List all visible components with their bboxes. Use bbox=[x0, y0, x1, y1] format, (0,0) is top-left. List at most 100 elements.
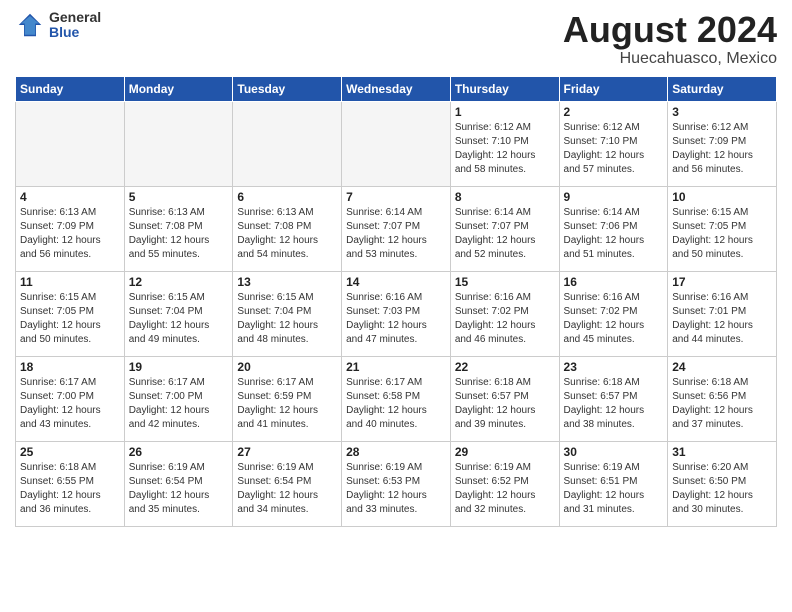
calendar-cell: 12Sunrise: 6:15 AM Sunset: 7:04 PM Dayli… bbox=[124, 271, 233, 356]
day-number: 6 bbox=[237, 190, 337, 204]
calendar-cell: 5Sunrise: 6:13 AM Sunset: 7:08 PM Daylig… bbox=[124, 186, 233, 271]
calendar-table: SundayMondayTuesdayWednesdayThursdayFrid… bbox=[15, 76, 777, 527]
day-number: 25 bbox=[20, 445, 120, 459]
day-info: Sunrise: 6:19 AM Sunset: 6:54 PM Dayligh… bbox=[129, 461, 229, 517]
day-number: 2 bbox=[564, 105, 664, 119]
day-info: Sunrise: 6:15 AM Sunset: 7:05 PM Dayligh… bbox=[20, 291, 120, 347]
week-row-3: 11 Sunrise: 6:15 AM Sunset: 7:05 PM Dayli… bbox=[16, 271, 777, 356]
day-number: 12 bbox=[129, 275, 229, 289]
calendar-cell: 14 Sunrise: 6:16 AM Sunset: 7:03 PM Dayli… bbox=[342, 271, 451, 356]
day-number: 23 bbox=[564, 360, 664, 374]
calendar-cell: 17Sunrise: 6:16 AM Sunset: 7:01 PM Dayli… bbox=[668, 271, 777, 356]
day-info: Sunrise: 6:15 AM Sunset: 7:05 PM Dayligh… bbox=[672, 206, 772, 262]
day-header-saturday: Saturday bbox=[668, 76, 777, 101]
calendar-cell bbox=[233, 101, 342, 186]
week-row-2: 4 Sunrise: 6:13 AM Sunset: 7:09 PM Daylig… bbox=[16, 186, 777, 271]
day-number: 13 bbox=[237, 275, 337, 289]
calendar-cell: 19 Sunrise: 6:17 AM Sunset: 7:00 PM Dayli… bbox=[124, 356, 233, 441]
day-info: Sunrise: 6:18 AM Sunset: 6:56 PM Dayligh… bbox=[672, 376, 772, 432]
day-info: Sunrise: 6:20 AM Sunset: 6:50 PM Dayligh… bbox=[672, 461, 772, 517]
day-number: 15 bbox=[455, 275, 555, 289]
day-number: 30 bbox=[564, 445, 664, 459]
calendar-cell: 4 Sunrise: 6:13 AM Sunset: 7:09 PM Daylig… bbox=[16, 186, 125, 271]
calendar-cell: 11 Sunrise: 6:15 AM Sunset: 7:05 PM Dayli… bbox=[16, 271, 125, 356]
calendar-title: August 2024 bbox=[563, 10, 777, 50]
day-headers-row: SundayMondayTuesdayWednesdayThursdayFrid… bbox=[16, 76, 777, 101]
day-info: Sunrise: 6:14 AM Sunset: 7:06 PM Dayligh… bbox=[564, 206, 664, 262]
day-number: 11 bbox=[20, 275, 120, 289]
week-row-4: 18 Sunrise: 6:17 AM Sunset: 7:00 PM Dayli… bbox=[16, 356, 777, 441]
calendar-cell: 23Sunrise: 6:18 AM Sunset: 6:57 PM Dayli… bbox=[559, 356, 668, 441]
week-row-1: 1Sunrise: 6:12 AM Sunset: 7:10 PM Daylig… bbox=[16, 101, 777, 186]
day-number: 5 bbox=[129, 190, 229, 204]
day-info: Sunrise: 6:17 AM Sunset: 7:00 PM Dayligh… bbox=[20, 376, 120, 432]
day-header-monday: Monday bbox=[124, 76, 233, 101]
day-info: Sunrise: 6:13 AM Sunset: 7:08 PM Dayligh… bbox=[237, 206, 337, 262]
calendar-cell: 15 Sunrise: 6:16 AM Sunset: 7:02 PM Dayli… bbox=[450, 271, 559, 356]
day-info: Sunrise: 6:17 AM Sunset: 7:00 PM Dayligh… bbox=[129, 376, 229, 432]
day-info: Sunrise: 6:19 AM Sunset: 6:51 PM Dayligh… bbox=[564, 461, 664, 517]
day-info: Sunrise: 6:16 AM Sunset: 7:02 PM Dayligh… bbox=[564, 291, 664, 347]
day-number: 18 bbox=[20, 360, 120, 374]
logo-icon bbox=[15, 10, 45, 40]
day-number: 27 bbox=[237, 445, 337, 459]
calendar-cell: 20 Sunrise: 6:17 AM Sunset: 6:59 PM Dayli… bbox=[233, 356, 342, 441]
calendar-cell: 27Sunrise: 6:19 AM Sunset: 6:54 PM Dayli… bbox=[233, 441, 342, 526]
calendar-cell: 21 Sunrise: 6:17 AM Sunset: 6:58 PM Dayli… bbox=[342, 356, 451, 441]
day-info: Sunrise: 6:13 AM Sunset: 7:09 PM Dayligh… bbox=[20, 206, 120, 262]
day-info: Sunrise: 6:12 AM Sunset: 7:09 PM Dayligh… bbox=[672, 121, 772, 177]
day-header-wednesday: Wednesday bbox=[342, 76, 451, 101]
calendar-cell: 9Sunrise: 6:14 AM Sunset: 7:06 PM Daylig… bbox=[559, 186, 668, 271]
day-header-friday: Friday bbox=[559, 76, 668, 101]
calendar-cell: 30 Sunrise: 6:19 AM Sunset: 6:51 PM Dayli… bbox=[559, 441, 668, 526]
day-info: Sunrise: 6:19 AM Sunset: 6:53 PM Dayligh… bbox=[346, 461, 446, 517]
calendar-cell: 18 Sunrise: 6:17 AM Sunset: 7:00 PM Dayli… bbox=[16, 356, 125, 441]
day-info: Sunrise: 6:16 AM Sunset: 7:02 PM Dayligh… bbox=[455, 291, 555, 347]
calendar-header: SundayMondayTuesdayWednesdayThursdayFrid… bbox=[16, 76, 777, 101]
calendar-cell: 10 Sunrise: 6:15 AM Sunset: 7:05 PM Dayli… bbox=[668, 186, 777, 271]
day-info: Sunrise: 6:18 AM Sunset: 6:55 PM Dayligh… bbox=[20, 461, 120, 517]
day-header-thursday: Thursday bbox=[450, 76, 559, 101]
calendar-location: Huecahuasco, Mexico bbox=[563, 50, 777, 68]
day-info: Sunrise: 6:16 AM Sunset: 7:03 PM Dayligh… bbox=[346, 291, 446, 347]
day-number: 20 bbox=[237, 360, 337, 374]
calendar-cell: 25 Sunrise: 6:18 AM Sunset: 6:55 PM Dayli… bbox=[16, 441, 125, 526]
logo-blue-text: Blue bbox=[49, 25, 101, 40]
day-number: 22 bbox=[455, 360, 555, 374]
calendar-cell: 24Sunrise: 6:18 AM Sunset: 6:56 PM Dayli… bbox=[668, 356, 777, 441]
day-number: 14 bbox=[346, 275, 446, 289]
calendar-cell: 29Sunrise: 6:19 AM Sunset: 6:52 PM Dayli… bbox=[450, 441, 559, 526]
calendar-cell: 28 Sunrise: 6:19 AM Sunset: 6:53 PM Dayli… bbox=[342, 441, 451, 526]
calendar-cell: 2Sunrise: 6:12 AM Sunset: 7:10 PM Daylig… bbox=[559, 101, 668, 186]
calendar-body: 1Sunrise: 6:12 AM Sunset: 7:10 PM Daylig… bbox=[16, 101, 777, 526]
day-info: Sunrise: 6:16 AM Sunset: 7:01 PM Dayligh… bbox=[672, 291, 772, 347]
day-header-sunday: Sunday bbox=[16, 76, 125, 101]
day-number: 10 bbox=[672, 190, 772, 204]
calendar-cell: 22 Sunrise: 6:18 AM Sunset: 6:57 PM Dayli… bbox=[450, 356, 559, 441]
logo-text: General Blue bbox=[49, 10, 101, 41]
day-number: 26 bbox=[129, 445, 229, 459]
day-number: 21 bbox=[346, 360, 446, 374]
calendar-cell: 3Sunrise: 6:12 AM Sunset: 7:09 PM Daylig… bbox=[668, 101, 777, 186]
day-number: 4 bbox=[20, 190, 120, 204]
day-info: Sunrise: 6:18 AM Sunset: 6:57 PM Dayligh… bbox=[455, 376, 555, 432]
day-number: 8 bbox=[455, 190, 555, 204]
calendar-cell: 16Sunrise: 6:16 AM Sunset: 7:02 PM Dayli… bbox=[559, 271, 668, 356]
day-number: 28 bbox=[346, 445, 446, 459]
day-number: 29 bbox=[455, 445, 555, 459]
calendar-cell bbox=[124, 101, 233, 186]
week-row-5: 25 Sunrise: 6:18 AM Sunset: 6:55 PM Dayli… bbox=[16, 441, 777, 526]
calendar-cell bbox=[342, 101, 451, 186]
logo-general-text: General bbox=[49, 10, 101, 25]
day-info: Sunrise: 6:17 AM Sunset: 6:59 PM Dayligh… bbox=[237, 376, 337, 432]
day-info: Sunrise: 6:14 AM Sunset: 7:07 PM Dayligh… bbox=[346, 206, 446, 262]
day-info: Sunrise: 6:17 AM Sunset: 6:58 PM Dayligh… bbox=[346, 376, 446, 432]
day-number: 19 bbox=[129, 360, 229, 374]
calendar-cell: 8Sunrise: 6:14 AM Sunset: 7:07 PM Daylig… bbox=[450, 186, 559, 271]
day-info: Sunrise: 6:15 AM Sunset: 7:04 PM Dayligh… bbox=[237, 291, 337, 347]
day-header-tuesday: Tuesday bbox=[233, 76, 342, 101]
calendar-cell: 26 Sunrise: 6:19 AM Sunset: 6:54 PM Dayli… bbox=[124, 441, 233, 526]
day-number: 1 bbox=[455, 105, 555, 119]
calendar-cell: 31Sunrise: 6:20 AM Sunset: 6:50 PM Dayli… bbox=[668, 441, 777, 526]
page-header: General Blue August 2024 Huecahuasco, Me… bbox=[15, 10, 777, 68]
